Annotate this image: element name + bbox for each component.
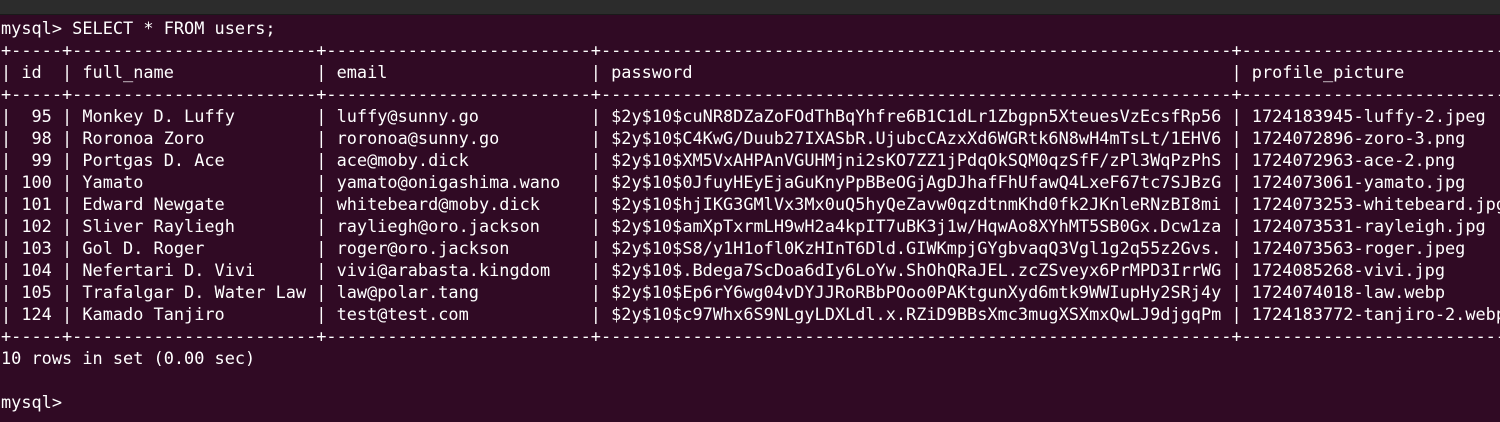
table-separator: +-----+------------------------+--------… [1,326,1500,346]
table-row: | 124 | Kamado Tanjiro | test@test.com |… [1,304,1500,324]
command-prompt[interactable]: mysql> [1,391,1500,413]
terminal-window[interactable]: mysql> SELECT * FROM users; +-----+-----… [0,0,1500,422]
table-row: | 104 | Nefertari D. Vivi | vivi@arabast… [1,260,1500,280]
table-separator: +-----+------------------------+--------… [1,40,1500,60]
window-top-strip [0,0,1500,15]
table-header-row: | id | full_name | email | password | pr… [1,62,1500,82]
terminal-scrollbar[interactable] [1492,14,1500,422]
table-row: | 100 | Yamato | yamato@onigashima.wano … [1,172,1500,192]
command-line: mysql> SELECT * FROM users; [1,18,276,38]
table-row: | 99 | Portgas D. Ace | ace@moby.dick | … [1,150,1500,170]
result-summary: 10 rows in set (0.00 sec) [1,348,256,368]
table-separator: +-----+------------------------+--------… [1,84,1500,104]
table-row: | 103 | Gol D. Roger | roger@oro.jackson… [1,238,1500,258]
table-row: | 98 | Roronoa Zoro | roronoa@sunny.go |… [1,128,1500,148]
table-row: | 101 | Edward Newgate | whitebeard@moby… [1,194,1500,214]
table-row: | 105 | Trafalgar D. Water Law | law@pol… [1,282,1500,302]
prompt-text: mysql> [1,392,73,412]
terminal-output: mysql> SELECT * FROM users; +-----+-----… [0,15,1500,413]
table-row: | 102 | Sliver Rayliegh | rayliegh@oro.j… [1,216,1500,236]
table-row: | 95 | Monkey D. Luffy | luffy@sunny.go … [1,106,1500,126]
